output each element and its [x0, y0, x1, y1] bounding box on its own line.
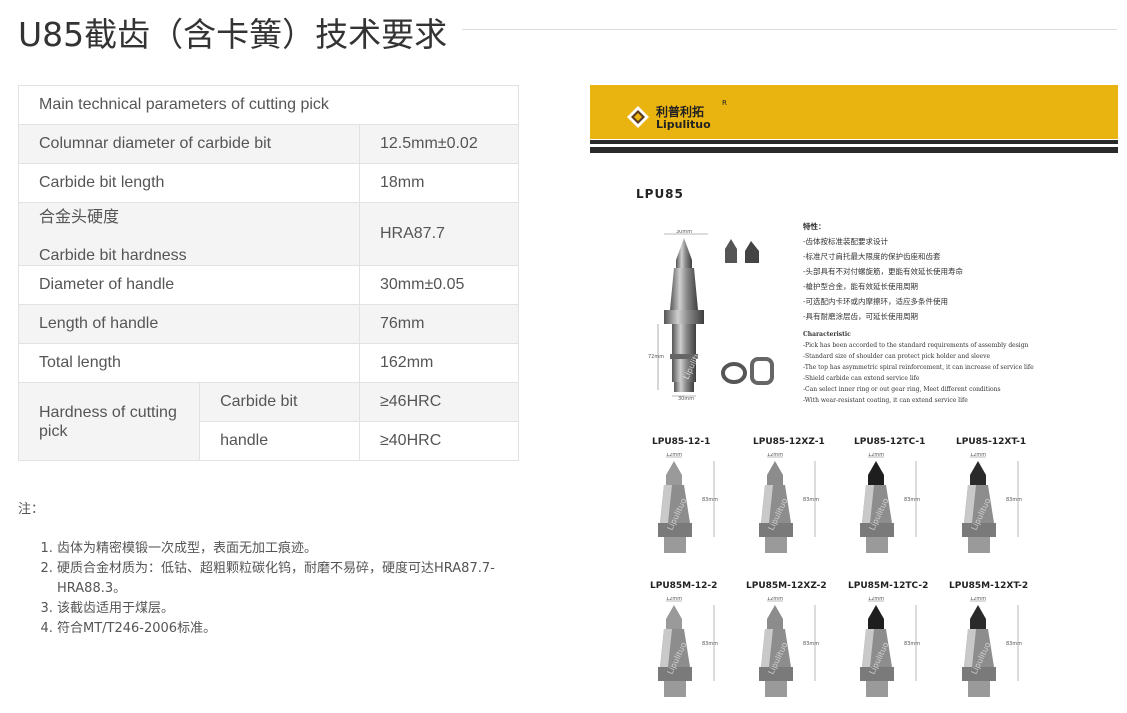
table-row: Hardness of cutting pick Carbide bit ≥46…	[17, 382, 519, 461]
row-label-en: Carbide bit hardness	[39, 247, 187, 264]
feature-en-item: -Can select inner ring or out gear ring,…	[803, 386, 1001, 393]
notes-heading: 注：	[18, 502, 45, 517]
features-cn-title: 特性：	[803, 222, 826, 231]
variant-label: LPU85M-12XT-2	[949, 581, 1029, 591]
variant-label: LPU85-12TC-1	[854, 437, 926, 447]
svg-text:12mm: 12mm	[666, 453, 682, 458]
svg-text:12mm: 12mm	[868, 453, 884, 458]
row-value: 12.5mm±0.02	[359, 124, 519, 164]
svg-text:83mm: 83mm	[1006, 497, 1022, 503]
svg-text:83mm: 83mm	[904, 497, 920, 503]
note-item: 齿体为精密模锻一次成型，表面无加工痕迹。	[57, 539, 537, 559]
row-label: Carbide bit length	[18, 163, 360, 203]
svg-text:83mm: 83mm	[702, 497, 718, 503]
feature-en-item: -Standard size of shoulder can protect p…	[803, 353, 991, 360]
variant-pick-drawing: 12mm83mmLipulituo	[658, 453, 718, 553]
feature-cn-item: -可选配内卡环或内摩擦环，适应多条件使用	[803, 297, 949, 306]
row-value: ≥40HRC	[359, 421, 519, 461]
feature-en-item: -Shield carbide can extend service life	[803, 375, 920, 382]
feature-cn-item: -标准尺寸肩托最大限度的保护齿座和齿套	[803, 252, 941, 261]
feature-en-item: -The top has asymmetric spiral reinforce…	[803, 364, 1034, 371]
variant-label: LPU85M-12TC-2	[848, 581, 929, 591]
table-row: Columnar diameter of carbide bit 12.5mm±…	[18, 124, 519, 164]
table-row: 合金头硬度 Carbide bit hardness HRA87.7	[18, 202, 519, 266]
svg-text:12mm: 12mm	[767, 453, 783, 458]
feature-cn-item: -槍护型合金，能有效延长使用周期	[803, 282, 919, 291]
row-value: 76mm	[359, 304, 519, 344]
variant-pick-drawing: 12mm83mmLipulituo	[860, 597, 920, 697]
brand-name-en: Lipulituo	[656, 118, 711, 131]
parameters-table: Main technical parameters of cutting pic…	[17, 85, 519, 461]
dim-bottom-label: 30mm	[678, 396, 694, 400]
row-label: Columnar diameter of carbide bit	[18, 124, 360, 164]
svg-text:83mm: 83mm	[702, 641, 718, 647]
notes-list: 齿体为精密模锻一次成型，表面无加工痕迹。 硬质合金材质为：低钴、超粗颗粒碳化钨，…	[22, 539, 537, 639]
svg-text:12mm: 12mm	[767, 597, 783, 602]
dim-side-label: 72mm	[648, 354, 664, 360]
note-item: 硬质合金材质为：低钴、超粗颗粒碳化钨，耐磨不易碎，硬度可达HRA87.7-HRA…	[57, 559, 537, 599]
svg-text:83mm: 83mm	[803, 641, 819, 647]
svg-text:83mm: 83mm	[803, 497, 819, 503]
variant-label: LPU85M-12-2	[650, 581, 718, 591]
model-label: LPU85	[636, 187, 684, 201]
retaining-rings-icon	[721, 357, 774, 385]
variant-pick-drawing: 12mm83mmLipulituo	[759, 453, 819, 553]
carbide-tips-icon	[725, 239, 759, 263]
title-divider	[462, 29, 1117, 30]
table-row: Total length 162mm	[18, 343, 519, 383]
table-row: Diameter of handle 30mm±0.05	[18, 265, 519, 305]
brand-logo-icon	[627, 106, 649, 128]
features-en-title: Characteristic	[803, 331, 851, 338]
variant-label: LPU85-12XT-1	[956, 437, 1027, 447]
svg-text:83mm: 83mm	[1006, 641, 1022, 647]
main-pick-drawing: 30mm 72mm 30mm Lipulituo	[648, 230, 708, 400]
svg-text:12mm: 12mm	[970, 597, 986, 602]
feature-cn-item: -头部具有不对付螺旋筋，更能有效延长使用寿命	[803, 267, 964, 276]
note-item: 该截齿适用于煤层。	[57, 599, 537, 619]
dim-top-label: 30mm	[676, 230, 692, 235]
svg-text:12mm: 12mm	[970, 453, 986, 458]
row-label: 合金头硬度 Carbide bit hardness	[18, 202, 360, 266]
variant-pick-drawing: 12mm83mmLipulituo	[759, 597, 819, 697]
svg-text:12mm: 12mm	[868, 597, 884, 602]
variant-label: LPU85M-12XZ-2	[746, 581, 827, 591]
row-value: HRA87.7	[359, 202, 519, 266]
variant-pick-drawing: 12mm83mmLipulituo	[860, 453, 920, 553]
row-value: ≥46HRC	[359, 382, 519, 422]
row-label: Carbide bit	[199, 382, 360, 422]
row-label: Diameter of handle	[18, 265, 360, 305]
feature-cn-item: -具有耐磨涂层齿，可延长使用周期	[803, 312, 919, 321]
table-header: Main technical parameters of cutting pic…	[18, 85, 519, 125]
feature-cn-item: -齿体按标准装配要求设计	[803, 237, 889, 246]
row-label: Length of handle	[18, 304, 360, 344]
table-header-row: Main technical parameters of cutting pic…	[18, 85, 519, 125]
svg-text:12mm: 12mm	[666, 597, 682, 602]
row-label-cn: 合金头硬度	[39, 209, 120, 226]
row-value: 30mm±0.05	[359, 265, 519, 305]
variant-pick-drawing: 12mm83mmLipulituo	[658, 597, 718, 697]
feature-en-item: -With wear-resistant coating, it can ext…	[803, 397, 968, 404]
svg-text:83mm: 83mm	[904, 641, 920, 647]
variant-pick-drawing: 12mm83mmLipulituo	[962, 597, 1022, 697]
row-label: handle	[199, 421, 360, 461]
note-item: 符合MT/T246-2006标准。	[57, 619, 537, 639]
product-image: 利普利拓 Lipulituo R LPU85 30mm 72mm 30mm Li…	[590, 85, 1118, 705]
variant-label: LPU85-12XZ-1	[753, 437, 825, 447]
row-value: 162mm	[359, 343, 519, 383]
feature-en-item: -Pick has been accorded to the standard …	[803, 342, 1029, 349]
table-row: Carbide bit length 18mm	[18, 163, 519, 203]
variant-pick-drawing: 12mm83mmLipulituo	[962, 453, 1022, 553]
page-title: U85截齿（含卡簧）技术要求	[18, 15, 448, 54]
row-label: Total length	[18, 343, 360, 383]
row-value: 18mm	[359, 163, 519, 203]
hardness-group-label: Hardness of cutting pick	[17, 382, 201, 461]
variant-label: LPU85-12-1	[652, 437, 711, 447]
table-row: Length of handle 76mm	[18, 304, 519, 344]
registered-mark: R	[722, 99, 727, 107]
